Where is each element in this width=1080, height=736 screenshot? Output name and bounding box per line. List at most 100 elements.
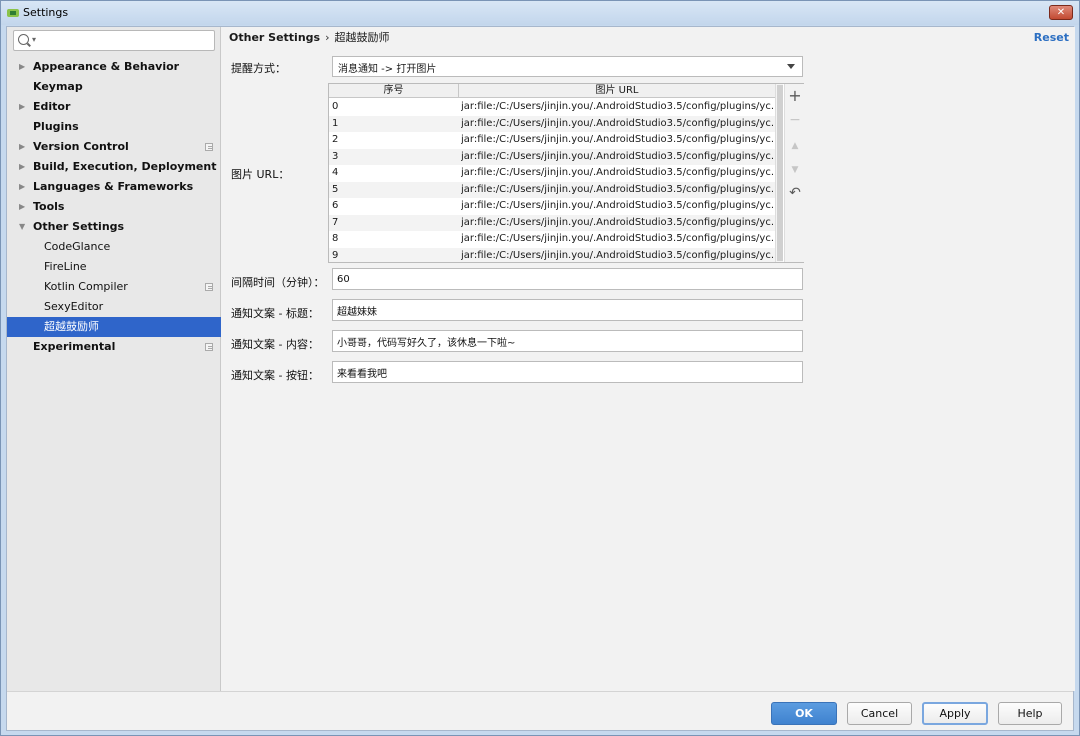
sidebar-item[interactable]: ▶ Build, Execution, Deployment bbox=[7, 157, 221, 177]
project-settings-icon bbox=[205, 143, 213, 151]
index-cell: 1 bbox=[332, 117, 339, 129]
table-scrollbar[interactable] bbox=[775, 84, 783, 262]
sidebar-item-label: FireLine bbox=[44, 260, 87, 273]
button-text-field[interactable] bbox=[332, 361, 803, 383]
settings-window: Settings ✕ ▾ ▶ Appearance & Behavior Keyma… bbox=[0, 0, 1080, 736]
title-bar[interactable]: Settings ✕ bbox=[1, 1, 1079, 25]
search-icon bbox=[18, 34, 29, 45]
window-title: Settings bbox=[23, 6, 69, 19]
sidebar-item[interactable]: SexyEditor bbox=[7, 297, 221, 317]
sidebar-item[interactable]: ▼ Other Settings bbox=[7, 217, 221, 237]
table-row[interactable]: 7 jar:file:/C:/Users/jinjin.you/.AndroidS… bbox=[329, 214, 775, 231]
chevron-down-icon bbox=[787, 64, 795, 69]
index-cell: 4 bbox=[332, 167, 339, 178]
sidebar-item-label: Experimental bbox=[33, 340, 116, 353]
index-cell: 8 bbox=[332, 233, 339, 244]
settings-tree: ▶ Appearance & Behavior Keymap ▶ Editor Plugi… bbox=[7, 57, 221, 357]
index-cell: 6 bbox=[332, 200, 339, 211]
sidebar-item[interactable]: ▶ Editor bbox=[7, 97, 221, 117]
image-url-label: 图片 URL： bbox=[231, 168, 290, 181]
search-input[interactable] bbox=[40, 33, 210, 48]
table-row[interactable]: 3 jar:file:/C:/Users/jinjin.you/.AndroidS… bbox=[329, 148, 775, 165]
breadcrumb-separator: › bbox=[325, 31, 330, 44]
collapsed-arrow-icon[interactable]: ▶ bbox=[19, 137, 27, 157]
settings-sidebar: ▾ ▶ Appearance & Behavior Keymap ▶ Editor Plu… bbox=[7, 27, 221, 691]
content-field[interactable] bbox=[332, 330, 803, 352]
sidebar-item[interactable]: ▶ Languages & Frameworks bbox=[7, 177, 221, 197]
move-down-icon[interactable]: ▼ bbox=[788, 162, 802, 178]
sidebar-item-label: SexyEditor bbox=[44, 300, 104, 313]
content-input[interactable] bbox=[337, 334, 797, 348]
help-button[interactable]: Help bbox=[998, 702, 1062, 725]
image-url-table: 序号 图片 URL 0 jar:file:/C:/Users/jinjin.you… bbox=[328, 83, 804, 263]
sidebar-item-label: Editor bbox=[33, 100, 71, 113]
dialog-body: ▾ ▶ Appearance & Behavior Keymap ▶ Editor Plu… bbox=[6, 26, 1075, 731]
app-icon bbox=[7, 9, 19, 17]
table-row[interactable]: 6 jar:file:/C:/Users/jinjin.you/.AndroidS… bbox=[329, 198, 775, 215]
url-cell: jar:file:/C:/Users/jinjin.you/.AndroidSt… bbox=[461, 117, 773, 129]
project-settings-icon bbox=[205, 343, 213, 351]
reminder-combo[interactable]: 消息通知 -> 打开图片 bbox=[332, 56, 803, 77]
sidebar-item[interactable]: ▶ Tools bbox=[7, 197, 221, 217]
title-field[interactable] bbox=[332, 299, 803, 321]
collapsed-arrow-icon[interactable]: ▶ bbox=[19, 197, 27, 217]
cancel-button[interactable]: Cancel bbox=[847, 702, 912, 725]
search-options-icon[interactable]: ▾ bbox=[32, 35, 36, 44]
close-button[interactable]: ✕ bbox=[1049, 5, 1073, 20]
collapsed-arrow-icon[interactable]: ▶ bbox=[19, 177, 27, 197]
column-header-url[interactable]: 图片 URL bbox=[459, 84, 775, 98]
index-cell: 2 bbox=[332, 134, 339, 145]
breadcrumb-parent: Other Settings bbox=[229, 31, 321, 44]
scrollbar-thumb[interactable] bbox=[777, 85, 783, 261]
sidebar-item[interactable]: FireLine bbox=[7, 257, 221, 277]
table-row[interactable]: 8 jar:file:/C:/Users/jinjin.you/.AndroidS… bbox=[329, 231, 775, 248]
table-toolbar: + − ▲ ▼ ↶ bbox=[784, 84, 804, 262]
apply-button[interactable]: Apply bbox=[922, 702, 988, 725]
sidebar-item[interactable]: ▶ Appearance & Behavior bbox=[7, 57, 221, 77]
settings-panel: Other Settings › 超越鼓励师 Reset 提醒方式： 消息通知 ->… bbox=[222, 27, 1075, 691]
sidebar-item[interactable]: CodeGlance bbox=[7, 237, 221, 257]
collapsed-arrow-icon[interactable]: ▶ bbox=[19, 97, 27, 117]
url-cell: jar:file:/C:/Users/jinjin.you/.AndroidSt… bbox=[461, 233, 773, 244]
interval-field[interactable] bbox=[332, 268, 803, 290]
sidebar-item[interactable]: ▶ Version Control bbox=[7, 137, 221, 157]
ok-button[interactable]: OK bbox=[771, 702, 837, 725]
table-row[interactable]: 9 jar:file:/C:/Users/jinjin.you/.AndroidS… bbox=[329, 247, 775, 262]
remove-icon[interactable]: − bbox=[788, 112, 802, 128]
url-cell: jar:file:/C:/Users/jinjin.you/.AndroidSt… bbox=[461, 249, 773, 261]
project-settings-icon bbox=[205, 283, 213, 291]
button-text-input[interactable] bbox=[337, 365, 797, 379]
sidebar-item[interactable]: Experimental bbox=[7, 337, 221, 357]
reminder-combo-value: 消息通知 -> 打开图片 bbox=[338, 64, 437, 75]
index-cell: 0 bbox=[332, 101, 339, 112]
table-row[interactable]: 4 jar:file:/C:/Users/jinjin.you/.AndroidS… bbox=[329, 165, 775, 182]
table-row[interactable]: 2 jar:file:/C:/Users/jinjin.you/.AndroidS… bbox=[329, 132, 775, 149]
restore-icon[interactable]: ↶ bbox=[788, 185, 802, 201]
collapsed-arrow-icon[interactable]: ▶ bbox=[19, 157, 27, 177]
dialog-buttons: OK Cancel Apply Help bbox=[7, 691, 1073, 730]
table-row[interactable]: 5 jar:file:/C:/Users/jinjin.you/.AndroidS… bbox=[329, 181, 775, 198]
sidebar-item-label: Plugins bbox=[33, 120, 79, 133]
add-icon[interactable]: + bbox=[788, 88, 802, 104]
index-cell: 9 bbox=[332, 249, 339, 261]
sidebar-item[interactable]: Plugins bbox=[7, 117, 221, 137]
sidebar-item[interactable]: Kotlin Compiler bbox=[7, 277, 221, 297]
title-input[interactable] bbox=[337, 303, 797, 317]
move-up-icon[interactable]: ▲ bbox=[788, 138, 802, 154]
expanded-arrow-icon[interactable]: ▼ bbox=[19, 217, 27, 237]
table-row[interactable]: 0 jar:file:/C:/Users/jinjin.you/.AndroidS… bbox=[329, 99, 775, 116]
sidebar-item[interactable]: Keymap bbox=[7, 77, 221, 97]
sidebar-item-label: Other Settings bbox=[33, 220, 125, 233]
button-text-label: 通知文案 - 按钮： bbox=[231, 369, 319, 382]
sidebar-item-label: Version Control bbox=[33, 140, 129, 153]
index-cell: 7 bbox=[332, 216, 339, 228]
search-box[interactable]: ▾ bbox=[13, 30, 215, 51]
table-header: 序号 图片 URL bbox=[329, 84, 775, 98]
collapsed-arrow-icon[interactable]: ▶ bbox=[19, 57, 27, 77]
interval-input[interactable] bbox=[337, 272, 797, 286]
reset-link[interactable]: Reset bbox=[1034, 31, 1069, 44]
table-row[interactable]: 1 jar:file:/C:/Users/jinjin.you/.AndroidS… bbox=[329, 115, 775, 132]
sidebar-item-label: Keymap bbox=[33, 80, 83, 93]
sidebar-item[interactable]: 超越鼓励师 bbox=[7, 317, 221, 337]
column-header-index[interactable]: 序号 bbox=[329, 84, 459, 98]
